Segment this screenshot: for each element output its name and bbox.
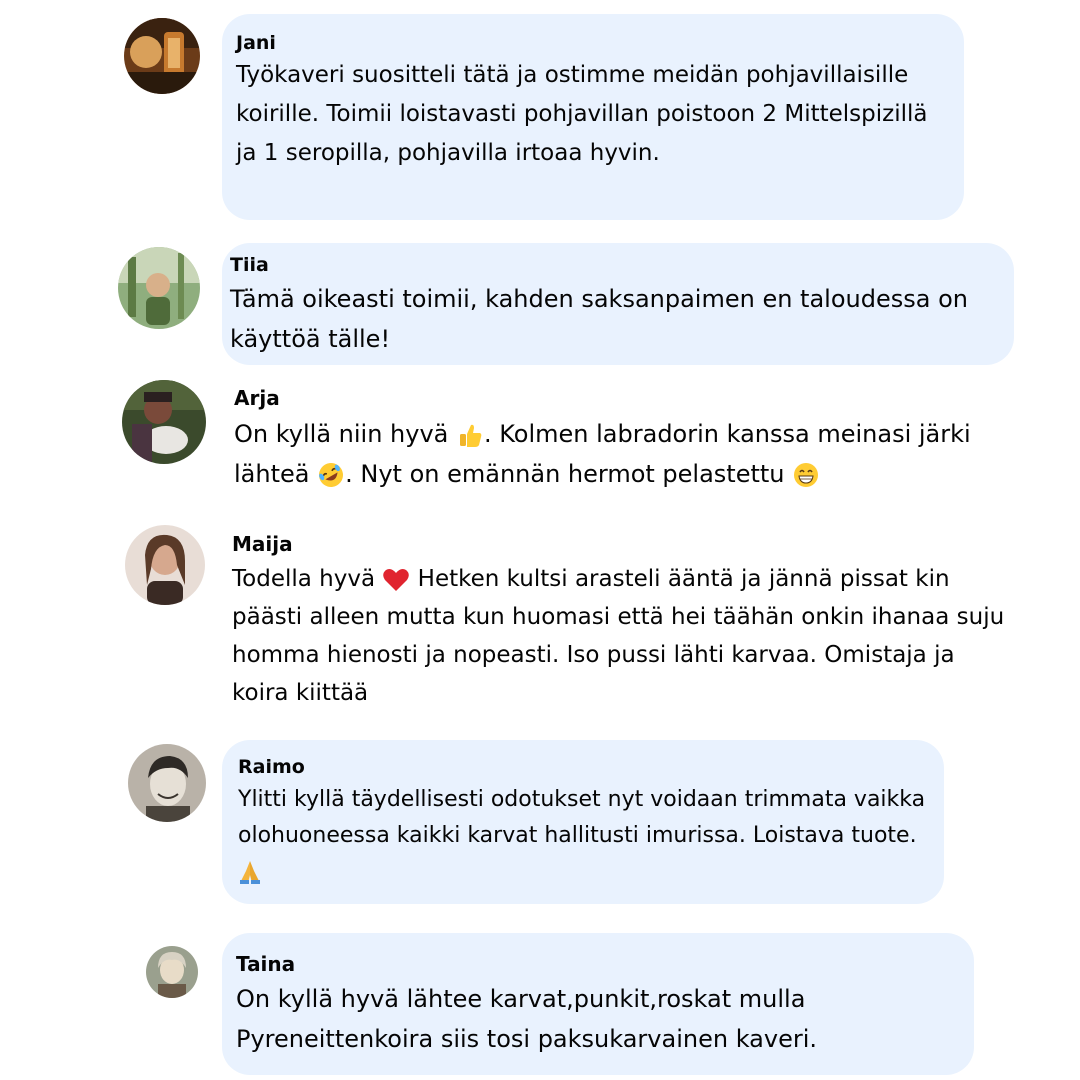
comment-bubble: Arja On kyllä niin hyvä . Kolmen labrado…	[222, 378, 1022, 508]
comment-bubble: Taina On kyllä hyvä lähtee karvat,punkit…	[222, 933, 974, 1075]
comment-bubble: Tiia Tämä oikeasti toimii, kahden saksan…	[222, 243, 1014, 365]
avatar[interactable]	[122, 380, 206, 464]
avatar[interactable]	[146, 946, 198, 998]
folded-hands-icon	[238, 859, 262, 885]
comment-text: On kyllä hyvä lähtee karvat,punkit,roska…	[236, 985, 818, 1053]
comment-text: On kyllä niin hyvä . Kolmen labradorin k…	[234, 414, 1010, 494]
comment-text: Tämä oikeasti toimii, kahden saksanpaime…	[230, 285, 968, 353]
avatar[interactable]	[128, 744, 206, 822]
comment-text-part: . Nyt on emännän hermot pelastettu	[345, 460, 785, 488]
comment-text: Työkaveri suositteli tätä ja ostimme mei…	[236, 62, 928, 166]
grinning-face-icon	[792, 461, 820, 489]
rolling-on-floor-laughing-icon	[317, 461, 345, 489]
comment-text: Ylitti kyllä täydellisesti odotukset nyt…	[238, 782, 932, 890]
comment-author[interactable]: Jani	[236, 31, 948, 55]
avatar[interactable]	[118, 247, 200, 329]
comment-author[interactable]: Maija	[232, 530, 1010, 558]
comment-text: Todella hyvä Hetken kultsi arasteli äänt…	[232, 560, 1010, 712]
comment-text-part: On kyllä niin hyvä	[234, 420, 449, 448]
comment-bubble: Maija Todella hyvä Hetken kultsi arastel…	[222, 524, 1022, 724]
thumbs-up-icon	[456, 421, 484, 449]
comment-text-part: Ylitti kyllä täydellisesti odotukset nyt…	[238, 787, 926, 848]
comment-author[interactable]: Tiia	[230, 253, 1002, 277]
comment-bubble: Raimo Ylitti kyllä täydellisesti odotuks…	[222, 740, 944, 904]
comment-bubble: Jani Työkaveri suositteli tätä ja ostimm…	[222, 14, 964, 220]
comment-text-part: Todella hyvä	[232, 566, 376, 592]
avatar[interactable]	[124, 18, 200, 94]
avatar[interactable]	[125, 525, 205, 605]
comment-author[interactable]: Taina	[236, 951, 962, 977]
comment-author[interactable]: Arja	[234, 384, 1010, 412]
red-heart-icon	[382, 567, 410, 593]
comment-author[interactable]: Raimo	[238, 755, 932, 779]
